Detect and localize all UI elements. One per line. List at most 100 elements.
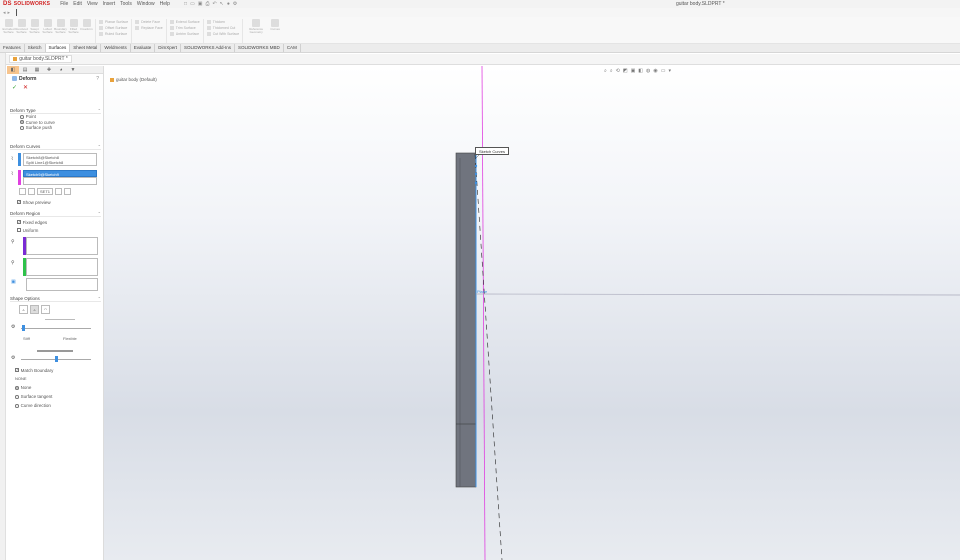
- tab-sketch[interactable]: Sketch: [25, 44, 46, 52]
- reference-geometry-button[interactable]: Reference Geometry: [246, 19, 266, 43]
- new-icon[interactable]: □: [184, 1, 187, 7]
- tab-mbd[interactable]: SOLIDWORKS MBD: [235, 44, 284, 52]
- cancel-button[interactable]: ✕: [23, 84, 28, 91]
- curve-option-button-1[interactable]: [19, 188, 26, 195]
- target-curves-extra[interactable]: [23, 177, 97, 185]
- sketch-curve-dashed[interactable]: [474, 153, 503, 560]
- window-title: guitar body.SLDPRT *: [676, 1, 725, 7]
- tab-features[interactable]: Features: [0, 44, 25, 52]
- options-icon[interactable]: ⚙: [233, 1, 237, 7]
- ribbon-group-thicken: Thicken Thickened Cut Cut With Surface: [204, 19, 244, 43]
- tab-feature-tree[interactable]: ◧: [7, 66, 19, 74]
- radio-surface-push[interactable]: Surface push: [20, 125, 101, 131]
- cam-manager-icon: ▼: [70, 67, 76, 73]
- print-icon[interactable]: ⎙: [205, 1, 209, 7]
- boundary-surface-button[interactable]: Boundary Surface: [54, 19, 67, 43]
- curve-option-button-2[interactable]: [28, 188, 35, 195]
- tab-property-manager[interactable]: ▤: [19, 66, 31, 74]
- plane-label[interactable]: Plane: [477, 289, 487, 294]
- tab-addins[interactable]: SOLIDWORKS Add-Ins: [181, 44, 236, 52]
- stiffness-mid-button[interactable]: ▵: [30, 305, 39, 314]
- additional-faces-icon: ⚲: [11, 260, 15, 266]
- radio-none[interactable]: None: [15, 385, 31, 391]
- help-icon[interactable]: ?: [96, 76, 99, 82]
- guitar-body-edge[interactable]: [455, 152, 477, 488]
- ribbon-group-extend: Extend Surface Trim Surface Untrim Surfa…: [167, 19, 204, 43]
- stiffness-min-button[interactable]: ▵: [19, 305, 28, 314]
- offset-surface-button[interactable]: Offset Surface: [99, 26, 128, 30]
- untrim-surface-button[interactable]: Untrim Surface: [170, 32, 200, 36]
- save-icon[interactable]: ▣: [198, 1, 203, 7]
- radio-surface-tangent[interactable]: Surface tangent: [15, 394, 52, 400]
- swept-surface-button[interactable]: Swept Surface: [29, 19, 40, 43]
- undo-icon[interactable]: ↶: [212, 1, 216, 7]
- document-tab[interactable]: guitar body.SLDPRT *: [9, 55, 72, 63]
- forward-icon[interactable]: ▸: [8, 10, 11, 16]
- deform-accuracy-handle[interactable]: [55, 356, 58, 362]
- show-preview-checkbox[interactable]: ✓ Show preview: [17, 199, 51, 205]
- fixed-edges-checkbox[interactable]: ✓ Fixed edges: [17, 219, 47, 225]
- extruded-surface-button[interactable]: Extruded Surface: [3, 19, 15, 43]
- section-deform-curves: Deform Curves ⌃: [10, 144, 101, 150]
- initial-curves-list[interactable]: Sketch8@Sketch8 Split Line1@Sketch8: [23, 153, 97, 166]
- rebuild-icon[interactable]: ●: [227, 1, 230, 7]
- curve-option-button-3[interactable]: [55, 188, 62, 195]
- bodies-list[interactable]: [26, 278, 98, 291]
- set-button[interactable]: SET1: [37, 188, 53, 195]
- swept-surface-icon: [30, 19, 39, 27]
- planar-surface-button[interactable]: Planar Surface: [99, 20, 128, 24]
- filled-surface-button[interactable]: Filled Surface: [68, 19, 79, 43]
- cut-with-surface-button[interactable]: Cut With Surface: [207, 32, 239, 36]
- menu-file[interactable]: File: [60, 1, 68, 7]
- tab-display-manager[interactable]: ◕: [55, 66, 67, 74]
- secondary-bar: ◂ ▸: [0, 8, 960, 17]
- radio-curve-direction[interactable]: Curve direction: [15, 403, 51, 409]
- shape-accuracy-handle[interactable]: [22, 325, 25, 331]
- revolved-surface-button[interactable]: Revolved Surface: [15, 19, 28, 43]
- freeform-button[interactable]: Freeform: [80, 19, 93, 43]
- lofted-surface-button[interactable]: Lofted Surface: [42, 19, 53, 43]
- thicken-button[interactable]: Thicken: [207, 20, 239, 24]
- open-icon[interactable]: ▭: [190, 1, 195, 7]
- trim-surface-button[interactable]: Trim Surface: [170, 26, 200, 30]
- stiffness-max-button[interactable]: ◠: [41, 305, 50, 314]
- feature-tree-icon: ◧: [10, 67, 16, 73]
- tab-dimxpert[interactable]: DimXpert: [155, 44, 182, 52]
- ruled-surface-button[interactable]: Ruled Surface: [99, 32, 128, 36]
- text-caret: [16, 9, 18, 16]
- menu-insert[interactable]: Insert: [103, 1, 116, 7]
- revolved-surface-icon: [17, 19, 26, 27]
- tab-cam-manager[interactable]: ▼: [67, 66, 79, 74]
- tab-cam[interactable]: CAM: [284, 44, 301, 52]
- uniform-checkbox[interactable]: Uniform: [17, 227, 38, 233]
- select-icon[interactable]: ↖: [220, 1, 224, 7]
- ok-button[interactable]: ✓: [12, 84, 17, 91]
- menu-view[interactable]: View: [87, 1, 98, 7]
- menu-window[interactable]: Window: [137, 1, 155, 7]
- target-curves-list[interactable]: Sketch9@Sketch9: [23, 170, 97, 177]
- extend-surface-button[interactable]: Extend Surface: [170, 20, 200, 24]
- match-boundary-checkbox[interactable]: ✓ Match Boundary: [15, 367, 53, 373]
- curve-option-button-4[interactable]: [64, 188, 71, 195]
- target-curve[interactable]: [481, 66, 486, 560]
- tab-evaluate[interactable]: Evaluate: [131, 44, 156, 52]
- thickened-cut-button[interactable]: Thickened Cut: [207, 26, 239, 30]
- menu-tools[interactable]: Tools: [120, 1, 132, 7]
- tab-surfaces[interactable]: Surfaces: [45, 44, 71, 52]
- delete-face-button[interactable]: Delete Face: [135, 20, 163, 24]
- deform-icon: [12, 76, 17, 81]
- sketch-callout[interactable]: Sketch Curves: [475, 147, 510, 155]
- replace-face-button[interactable]: Replace Face: [135, 26, 163, 30]
- additional-faces-list[interactable]: [26, 258, 98, 276]
- tab-config-manager[interactable]: ▦: [31, 66, 43, 74]
- curves-button[interactable]: Curves: [268, 19, 282, 43]
- menu-help[interactable]: Help: [160, 1, 170, 7]
- fixed-curves-list[interactable]: [26, 237, 98, 255]
- tab-dimxpert-manager[interactable]: ✚: [43, 66, 55, 74]
- menu-edit[interactable]: Edit: [73, 1, 82, 7]
- back-icon[interactable]: ◂: [3, 10, 6, 16]
- solidworks-logo[interactable]: DS SOLIDWORKS: [3, 1, 50, 7]
- tab-weldments[interactable]: Weldments: [101, 44, 131, 52]
- graphics-area[interactable]: ⌕ ⌕ ⟲ ◩ ▣ ◧ ◍ ◉ ▭ ▾ guitar body (Default…: [104, 66, 960, 560]
- tab-sheet-metal[interactable]: Sheet Metal: [70, 44, 102, 52]
